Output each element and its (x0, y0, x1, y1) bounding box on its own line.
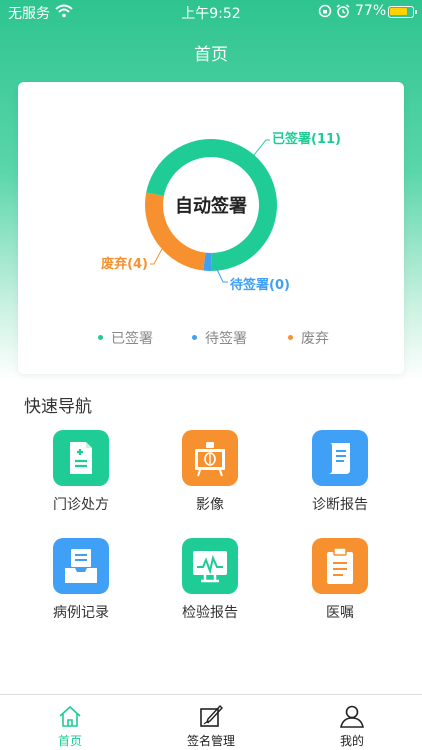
legend-item-废弃: 废弃 (288, 328, 329, 348)
quick-nav-title: 快速导航 (24, 397, 92, 417)
slice-label-待签署: 待签署(0) (229, 277, 290, 293)
leader-line-废弃 (150, 246, 164, 265)
tab-sign-edit[interactable]: 签名管理 (141, 695, 281, 750)
sign-edit-icon (200, 704, 223, 727)
tab-home[interactable]: 首页 (0, 695, 140, 750)
user-icon (340, 705, 364, 728)
quick-nav-item-inbox-record[interactable]: 病例记录 (21, 536, 141, 626)
tab-bar: 首页 签名管理 我的 (0, 694, 422, 750)
tab-label: 签名管理 (186, 734, 235, 748)
quick-nav-label: 门诊处方 (53, 497, 109, 513)
legend-dot (288, 334, 293, 340)
quick-nav-item-imaging[interactable]: 影像 (150, 428, 270, 518)
legend-item-已签署: 已签署 (98, 328, 153, 348)
slice-label-废弃: 废弃(4) (101, 256, 148, 272)
legend-label: 废弃 (301, 331, 329, 347)
quick-nav-label: 医嘱 (326, 605, 354, 621)
prescription-icon (53, 430, 109, 486)
quick-nav-item-monitor-chart[interactable]: 检验报告 (150, 536, 270, 626)
tab-label: 我的 (339, 734, 364, 748)
leader-line-已签署 (249, 139, 270, 161)
battery-icon (388, 6, 417, 18)
quick-nav-label: 检验报告 (182, 605, 238, 621)
status-bar: 无服务 上午9:52 77% (0, 0, 422, 24)
clipboard-icon (312, 538, 368, 594)
inbox-record-icon (53, 538, 109, 594)
alarm-icon (336, 4, 350, 18)
legend-label: 待签署 (205, 331, 247, 347)
quick-nav-item-report-scroll[interactable]: 诊断报告 (280, 428, 400, 518)
legend-dot (98, 334, 103, 340)
legend-item-待签署: 待签署 (192, 328, 247, 348)
imaging-icon (182, 430, 238, 486)
signature-chart-card: 自动签署 已签署(11) 待签署(0) 废弃(4) 已签署 待签署 废弃 (18, 82, 404, 374)
quick-nav-label: 病例记录 (53, 605, 109, 621)
legend-label: 已签署 (111, 331, 153, 347)
donut-center-label: 自动签署 (175, 195, 247, 217)
quick-nav-label: 诊断报告 (312, 497, 368, 513)
chart-legend: 已签署 待签署 废弃 (18, 328, 404, 348)
quick-nav-item-prescription[interactable]: 门诊处方 (21, 428, 141, 518)
quick-nav-item-clipboard[interactable]: 医嘱 (280, 536, 400, 626)
tab-label: 首页 (57, 734, 82, 748)
rotation-lock-icon (318, 4, 332, 18)
home-icon (59, 705, 81, 727)
slice-label-已签署: 已签署(11) (272, 131, 341, 147)
monitor-chart-icon (182, 538, 238, 594)
legend-dot (192, 334, 197, 340)
donut-chart: 自动签署 已签署(11) 待签署(0) 废弃(4) (101, 131, 341, 293)
quick-nav-label: 影像 (196, 497, 224, 513)
tab-user[interactable]: 我的 (282, 695, 422, 750)
page-title: 首页 (194, 45, 228, 65)
battery-percent: 77% (355, 3, 387, 19)
report-scroll-icon (312, 430, 368, 486)
